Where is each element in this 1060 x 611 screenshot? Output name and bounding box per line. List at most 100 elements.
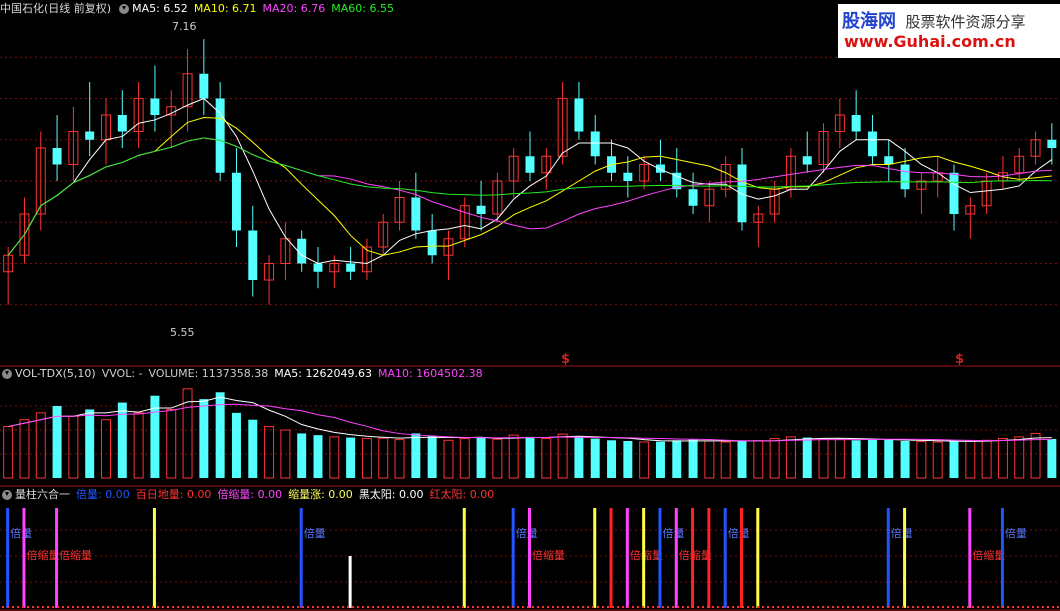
candle-body xyxy=(802,156,812,165)
baseline-tick xyxy=(212,606,214,608)
baseline-tick xyxy=(392,606,394,608)
baseline-tick xyxy=(687,606,689,608)
baseline-tick xyxy=(372,606,374,608)
baseline-tick xyxy=(627,606,629,608)
baseline-tick xyxy=(387,606,389,608)
indicator-title[interactable]: 量柱六合一 xyxy=(15,488,70,502)
volume-bar xyxy=(900,440,910,478)
ma10-label: MA10: 6.71 xyxy=(193,2,257,15)
baseline-tick xyxy=(272,606,274,608)
candle-body xyxy=(476,205,486,214)
volume-bar xyxy=(508,434,519,479)
vvol-label: VVOL: - xyxy=(101,367,143,380)
baseline-tick xyxy=(112,606,114,608)
baseline-tick xyxy=(2,606,4,608)
chart-canvas[interactable]: 倍量倍缩量 倍缩量倍量 倍量倍缩量 倍缩量倍量倍缩量倍量 倍量倍缩量倍量 xyxy=(0,0,1060,611)
baseline-tick xyxy=(757,606,759,608)
baseline-tick xyxy=(47,606,49,608)
baseline-tick xyxy=(767,606,769,608)
candle-body xyxy=(590,131,600,157)
volume-bar xyxy=(965,440,976,479)
logo-url: www.Guhai.com.cn xyxy=(844,32,1016,51)
volume-bar xyxy=(35,412,46,479)
volume-bar xyxy=(3,426,14,479)
candle-body xyxy=(231,172,241,231)
baseline-tick xyxy=(7,606,9,608)
baseline-tick xyxy=(852,606,854,608)
hundred-day-low-label: 百日地量: 0.00 xyxy=(135,488,212,501)
baseline-tick xyxy=(1012,606,1014,608)
volume-bar xyxy=(590,438,600,478)
baseline-tick xyxy=(132,606,134,608)
baseline-tick xyxy=(622,606,624,608)
baseline-tick xyxy=(157,606,159,608)
baseline-tick xyxy=(172,606,174,608)
volume-ma10-line xyxy=(8,403,1052,442)
baseline-tick xyxy=(397,606,399,608)
high-price-label: 7.16 xyxy=(172,20,197,33)
volume-bar xyxy=(834,439,845,479)
volume-bar xyxy=(459,438,470,479)
candle-body xyxy=(851,115,861,132)
baseline-tick xyxy=(117,606,119,608)
baseline-tick xyxy=(362,606,364,608)
signal-label: 倍缩量 xyxy=(972,548,1005,562)
volume-bar xyxy=(704,440,715,479)
baseline-tick xyxy=(942,606,944,608)
signal-bar-red xyxy=(609,508,613,608)
candle-body xyxy=(900,164,910,190)
baseline-tick xyxy=(552,606,554,608)
baseline-tick xyxy=(177,606,179,608)
signal-label: 倍缩量 xyxy=(26,548,59,562)
baseline-tick xyxy=(222,606,224,608)
baseline-tick xyxy=(242,606,244,608)
baseline-tick xyxy=(912,606,914,608)
baseline-tick xyxy=(947,606,949,608)
volume-bar xyxy=(133,412,144,479)
signal-bar-double xyxy=(6,508,10,608)
volume-bar xyxy=(68,415,79,479)
baseline-tick xyxy=(592,606,594,608)
candle-body xyxy=(525,156,535,173)
volume-indicator-title[interactable]: VOL-TDX(5,10) xyxy=(15,367,96,381)
baseline-tick xyxy=(602,606,604,608)
indicator-legend: 量柱六合一 倍量: 0.00 百日地量: 0.00 倍缩量: 0.00 缩量涨:… xyxy=(0,488,500,502)
candle-body xyxy=(884,156,894,165)
baseline-tick xyxy=(102,606,104,608)
baseline-tick xyxy=(1027,606,1029,608)
baseline-tick xyxy=(692,606,694,608)
volume-bar xyxy=(851,440,861,478)
signal-bar-double xyxy=(299,508,303,608)
baseline-tick xyxy=(407,606,409,608)
settings-circle-icon[interactable] xyxy=(119,4,130,14)
baseline-tick xyxy=(237,606,239,608)
signal-label: 倍缩量 xyxy=(59,548,92,562)
baseline-tick xyxy=(122,606,124,608)
baseline-tick xyxy=(902,606,904,608)
baseline-tick xyxy=(797,606,799,608)
volume-bar xyxy=(427,436,437,478)
signal-bar-yellow xyxy=(593,508,597,608)
settings-circle-icon[interactable] xyxy=(2,369,12,379)
baseline-tick xyxy=(917,606,919,608)
baseline-tick xyxy=(207,606,209,608)
baseline-tick xyxy=(347,606,349,608)
volume-bar xyxy=(361,438,372,479)
vol-ma5-label: MA5: 1262049.63 xyxy=(274,367,372,380)
baseline-tick xyxy=(267,606,269,608)
baseline-tick xyxy=(962,606,964,608)
settings-circle-icon[interactable] xyxy=(2,490,12,500)
signal-bar-yellow xyxy=(903,508,907,608)
volume-bar xyxy=(574,436,584,478)
signal-bar-double xyxy=(1000,508,1004,608)
baseline-tick xyxy=(1032,606,1034,608)
baseline-tick xyxy=(842,606,844,608)
baseline-tick xyxy=(782,606,784,608)
baseline-tick xyxy=(162,606,164,608)
stock-title[interactable]: 中国石化(日线 前复权) xyxy=(0,2,111,16)
baseline-tick xyxy=(317,606,319,608)
signal-label: 倍量 xyxy=(891,526,913,540)
baseline-tick xyxy=(762,606,764,608)
baseline-tick xyxy=(612,606,614,608)
candle-body xyxy=(313,263,323,272)
